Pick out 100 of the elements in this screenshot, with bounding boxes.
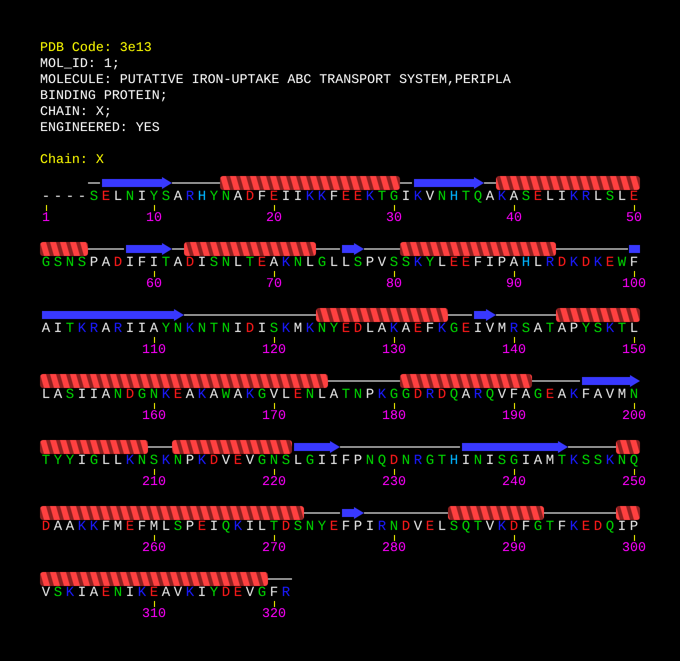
residue-letter: N: [220, 256, 232, 270]
residue-number: 200: [622, 409, 646, 423]
residue-letter: T: [544, 322, 556, 336]
residue-letter: T: [268, 520, 280, 534]
residue-letter: K: [568, 190, 580, 204]
residue-letter: I: [400, 190, 412, 204]
residue-letter: A: [100, 322, 112, 336]
residue-letter: N: [64, 256, 76, 270]
residue-number: 250: [622, 475, 646, 489]
residue-letter: D: [124, 388, 136, 402]
residue-letter: F: [136, 520, 148, 534]
residue-number: 80: [386, 277, 402, 291]
residue-number: 240: [502, 475, 526, 489]
residue-letter: R: [412, 454, 424, 468]
residue-letter: G: [388, 190, 400, 204]
residue-letter: E: [124, 520, 136, 534]
residue-letter: S: [208, 256, 220, 270]
residue-letter: L: [160, 520, 172, 534]
residue-letter: L: [436, 256, 448, 270]
residue-letter: N: [112, 388, 124, 402]
residue-letter: K: [196, 454, 208, 468]
residue-letter: I: [124, 586, 136, 600]
residue-letter: S: [580, 454, 592, 468]
residue-letter: I: [328, 454, 340, 468]
residue-letter: E: [532, 190, 544, 204]
coil-line: [148, 446, 172, 448]
residue-letter: S: [64, 388, 76, 402]
residue-letter: Q: [604, 520, 616, 534]
residue-letter: L: [628, 322, 640, 336]
residue-letter: L: [436, 520, 448, 534]
residue-letter: K: [568, 454, 580, 468]
header-line: MOL_ID: 1;: [40, 56, 121, 72]
residue-letter: N: [352, 388, 364, 402]
residue-letter: A: [532, 322, 544, 336]
residue-letter: I: [616, 520, 628, 534]
residue-letter: K: [160, 388, 172, 402]
residue-letter: N: [112, 586, 124, 600]
residue-letter: L: [280, 388, 292, 402]
residue-letter: -: [52, 190, 64, 204]
residue-letter: R: [376, 520, 388, 534]
residue-letter: N: [172, 454, 184, 468]
residue-letter: D: [400, 520, 412, 534]
residue-letter: S: [76, 256, 88, 270]
residue-letter: T: [40, 454, 52, 468]
residue-letter: V: [40, 586, 52, 600]
residue-number: 100: [622, 277, 646, 291]
residue-letter: A: [376, 322, 388, 336]
residue-letter: R: [472, 388, 484, 402]
residue-letter: I: [232, 322, 244, 336]
strand-arrow: [126, 243, 172, 255]
residue-letter: F: [100, 520, 112, 534]
residue-number: 310: [142, 607, 166, 621]
residue-letter: K: [184, 586, 196, 600]
coil-line: [448, 314, 472, 316]
residue-letter: I: [280, 190, 292, 204]
residue-letter: A: [532, 454, 544, 468]
residue-letter: S: [520, 322, 532, 336]
residue-letter: E: [424, 520, 436, 534]
residue-letter: A: [508, 190, 520, 204]
residue-letter: V: [268, 388, 280, 402]
residue-letter: K: [280, 256, 292, 270]
residue-letter: R: [88, 322, 100, 336]
residue-letter: N: [472, 454, 484, 468]
residue-letter: M: [112, 520, 124, 534]
residue-letter: G: [400, 388, 412, 402]
residue-letter: N: [292, 256, 304, 270]
residue-letter: F: [340, 520, 352, 534]
residue-letter: A: [148, 322, 160, 336]
residue-number: 90: [506, 277, 522, 291]
residue-letter: M: [544, 454, 556, 468]
header-line: MOLECULE: PUTATIVE IRON-UPTAKE ABC TRANSPORT SYSTEM,PERIPLA: [40, 72, 512, 88]
residue-letter: R: [184, 190, 196, 204]
residue-letter: K: [244, 388, 256, 402]
residue-letter: K: [436, 322, 448, 336]
residue-letter: E: [100, 586, 112, 600]
residue-letter: G: [40, 256, 52, 270]
coil-line: [532, 380, 580, 382]
residue-letter: K: [412, 190, 424, 204]
residue-letter: D: [184, 256, 196, 270]
residue-letter: F: [508, 388, 520, 402]
residue-letter: N: [316, 322, 328, 336]
residue-letter: T: [556, 454, 568, 468]
residue-letter: L: [532, 256, 544, 270]
residue-letter: T: [460, 190, 472, 204]
residue-letter: V: [220, 454, 232, 468]
residue-letter: L: [100, 454, 112, 468]
residue-letter: V: [604, 388, 616, 402]
residue-letter: I: [124, 322, 136, 336]
residue-letter: Y: [208, 190, 220, 204]
residue-letter: -: [64, 190, 76, 204]
helix-ribbon: [40, 242, 88, 256]
pdb-code: PDB Code: 3e13: [40, 40, 153, 56]
residue-letter: A: [208, 388, 220, 402]
residue-letter: F: [472, 256, 484, 270]
residue-letter: N: [436, 190, 448, 204]
residue-letter: H: [448, 454, 460, 468]
residue-letter: N: [628, 388, 640, 402]
residue-letter: N: [136, 454, 148, 468]
residue-letter: N: [304, 520, 316, 534]
residue-letter: M: [496, 322, 508, 336]
